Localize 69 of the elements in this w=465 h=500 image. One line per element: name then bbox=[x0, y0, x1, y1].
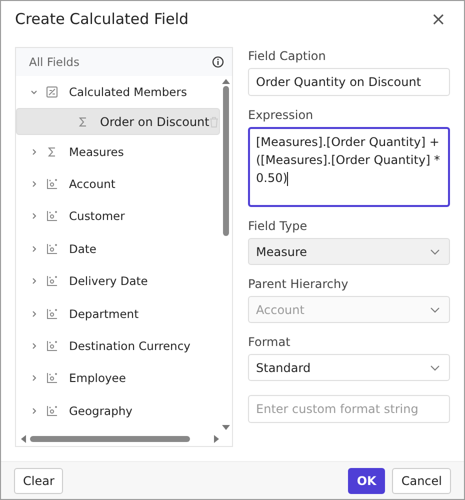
tree-item[interactable]: Department bbox=[16, 297, 220, 330]
hierarchy-icon bbox=[46, 372, 58, 384]
chevron-right-icon[interactable] bbox=[30, 277, 38, 286]
chevron-right-icon[interactable] bbox=[30, 406, 38, 415]
chevron-right-icon[interactable] bbox=[30, 180, 38, 188]
field-label: Field Type bbox=[248, 219, 308, 233]
chevron-right-icon[interactable] bbox=[30, 148, 38, 156]
scroll-down-icon[interactable] bbox=[222, 425, 230, 431]
tree-item-label: Calculated Members bbox=[69, 85, 188, 100]
scroll-right-icon[interactable] bbox=[214, 435, 220, 443]
chevron-right-icon[interactable] bbox=[30, 342, 38, 350]
scroll-left-icon[interactable] bbox=[20, 435, 26, 443]
tree-item[interactable]: Calculated Members bbox=[16, 76, 220, 108]
tree-item[interactable]: Order on Discount bbox=[16, 108, 220, 136]
tree-item[interactable]: Date bbox=[16, 232, 220, 265]
tree-item[interactable]: Account bbox=[16, 168, 220, 200]
tree-item[interactable]: Measures bbox=[16, 135, 220, 168]
hierarchy-icon bbox=[46, 308, 58, 320]
tree-item-label: Destination Currency bbox=[69, 338, 192, 353]
cancel-button[interactable]: Cancel bbox=[392, 468, 451, 494]
ok-button[interactable]: OK bbox=[348, 468, 386, 494]
chevron-down-icon bbox=[430, 364, 440, 370]
chevron-right-icon[interactable] bbox=[30, 212, 38, 220]
dropdown[interactable]: Standard bbox=[248, 354, 450, 381]
tree-item[interactable]: Geography bbox=[16, 394, 220, 427]
chevron-right-icon[interactable] bbox=[30, 310, 38, 318]
chevron-down-icon[interactable] bbox=[30, 88, 38, 96]
sigma-icon bbox=[46, 146, 58, 158]
calculator-icon bbox=[46, 86, 58, 98]
tree-item[interactable]: Customer bbox=[16, 200, 220, 233]
tree-item-label: Department bbox=[69, 306, 140, 321]
close-button[interactable]: × bbox=[426, 8, 450, 30]
tree-item-label: Order on Discount bbox=[100, 114, 210, 129]
hierarchy-icon bbox=[46, 210, 58, 222]
hierarchy-icon bbox=[46, 178, 58, 190]
field-label: Expression bbox=[248, 108, 314, 122]
scrollbar-thumb[interactable] bbox=[223, 86, 229, 236]
hierarchy-icon bbox=[46, 340, 58, 352]
tree-item-label: Measures bbox=[69, 144, 125, 159]
dropdown[interactable]: Measure bbox=[248, 238, 450, 265]
dialog-title: Create Calculated Field bbox=[15, 10, 189, 28]
tree-item-label: Geography bbox=[69, 404, 134, 418]
clear-button[interactable]: Clear bbox=[14, 468, 64, 494]
tree-header: All Fields bbox=[29, 55, 80, 69]
expression-field[interactable]: [Measures].[Order Quantity] + ([Measures].[Order Quantity] * 0.50) bbox=[248, 127, 450, 207]
chevron-down-icon bbox=[430, 248, 440, 254]
tree-item-label: Employee bbox=[69, 371, 127, 386]
tree-item[interactable]: Destination Currency bbox=[16, 330, 220, 362]
scroll-up-icon[interactable] bbox=[222, 78, 230, 84]
hierarchy-icon bbox=[46, 404, 58, 417]
chevron-right-icon[interactable] bbox=[30, 244, 38, 253]
field-label: Parent Hierarchy bbox=[248, 277, 350, 291]
tree-item[interactable]: Delivery Date bbox=[16, 264, 220, 298]
hierarchy-icon bbox=[46, 275, 58, 288]
tree-item-label: Customer bbox=[69, 209, 126, 224]
sigma-icon bbox=[77, 116, 89, 128]
field-label: Format bbox=[248, 335, 292, 349]
tree-item-label: Date bbox=[69, 242, 98, 256]
tree-item[interactable]: Employee bbox=[16, 362, 220, 395]
info-icon[interactable] bbox=[212, 56, 224, 68]
scrollbar-thumb[interactable] bbox=[30, 436, 190, 442]
chevron-down-icon bbox=[430, 306, 440, 312]
tree-item-label: Account bbox=[69, 176, 116, 191]
hierarchy-icon bbox=[46, 242, 58, 255]
text-field[interactable]: Order Quantity on Discount bbox=[248, 68, 450, 96]
text-field[interactable]: Enter custom format string bbox=[248, 395, 450, 423]
tree-item-label: Delivery Date bbox=[69, 274, 149, 288]
chevron-right-icon[interactable] bbox=[30, 374, 38, 382]
field-label: Field Caption bbox=[248, 49, 327, 63]
